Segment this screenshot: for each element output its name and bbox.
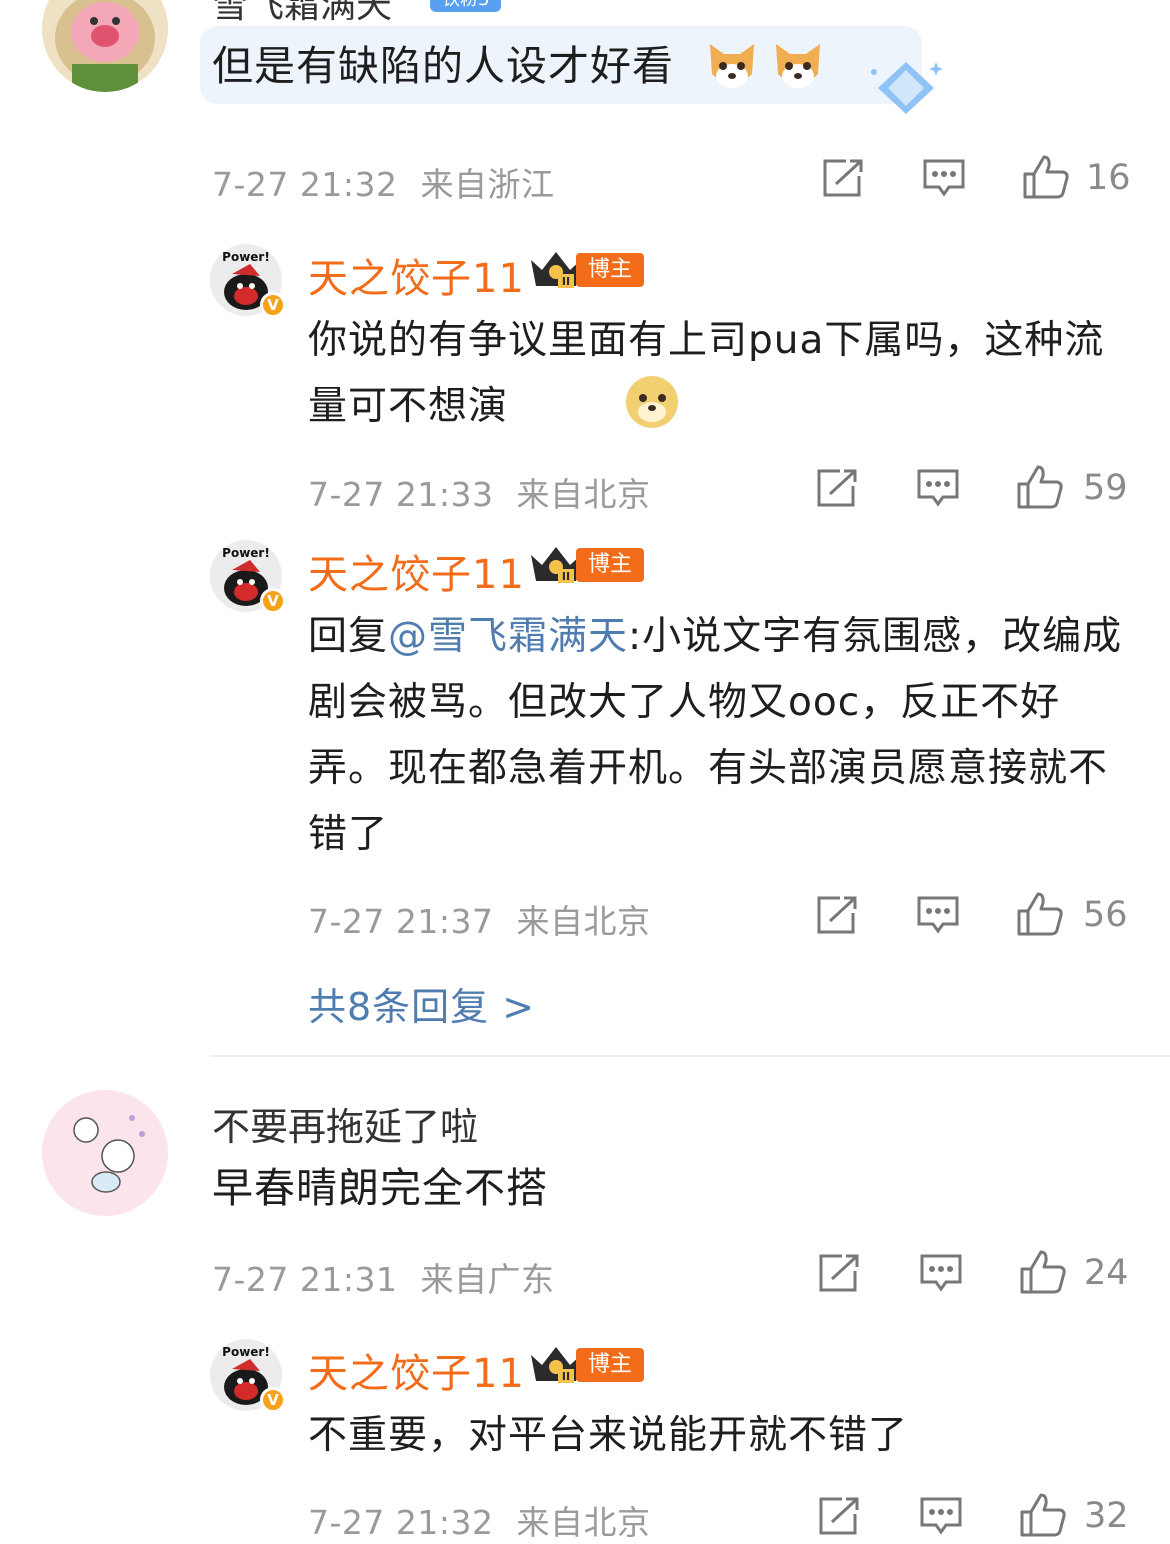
comment-text: 但是有缺陷的人设才好看 bbox=[212, 34, 674, 98]
reply-location: 来自北京 bbox=[516, 475, 651, 514]
svg-text:II: II bbox=[562, 275, 570, 288]
comment-meta: 7-27 21:32 来自浙江 bbox=[212, 158, 555, 206]
comment-time: 7-27 21:32 bbox=[212, 165, 398, 204]
comment-username[interactable]: 雪飞霜满天 bbox=[212, 0, 392, 28]
comment-meta: 7-27 21:31 来自广东 bbox=[212, 1253, 555, 1301]
reply-text: 回复@雪飞霜满天:小说文字有氛围感，改编成剧会被骂。但改大了人物又ooc，反正不… bbox=[308, 604, 1124, 868]
thumbs-up-icon[interactable] bbox=[1022, 154, 1070, 200]
like-count: 32 bbox=[1084, 1496, 1129, 1536]
comment-location: 来自浙江 bbox=[420, 165, 555, 204]
reply-username[interactable]: 天之饺子11 bbox=[308, 542, 525, 600]
avatar[interactable] bbox=[42, 0, 168, 92]
verified-v-icon: V bbox=[260, 588, 286, 614]
reply-text: 不重要，对平台来说能开就不错了 bbox=[308, 1413, 909, 1458]
reply-time: 7-27 21:33 bbox=[308, 475, 494, 514]
comment-icon[interactable] bbox=[916, 468, 960, 508]
diamond-decoration-icon bbox=[868, 58, 944, 122]
comment-icon[interactable] bbox=[919, 1496, 963, 1536]
comment-text-content: 但是有缺陷的人设才好看 bbox=[212, 42, 674, 90]
like-count: 24 bbox=[1084, 1253, 1129, 1293]
like-count: 59 bbox=[1083, 468, 1128, 508]
blogger-badge: 博主 bbox=[576, 253, 645, 287]
comment-time: 7-27 21:31 bbox=[212, 1260, 398, 1299]
thumbs-up-icon[interactable] bbox=[1019, 1492, 1067, 1538]
reply-meta: 7-27 21:32 来自北京 bbox=[308, 1496, 651, 1544]
verified-v-icon: V bbox=[260, 1387, 286, 1413]
svg-text:Power!: Power! bbox=[222, 250, 270, 264]
reply-text-content: 你说的有争议里面有上司pua下属吗，这种流量可不想演 bbox=[308, 318, 1105, 429]
svg-text:Power!: Power! bbox=[222, 546, 270, 560]
comment-icon[interactable] bbox=[916, 895, 960, 935]
share-icon[interactable] bbox=[816, 895, 858, 935]
reply-prefix: 回复 bbox=[308, 614, 389, 659]
blogger-badge: 博主 bbox=[576, 1348, 645, 1382]
reply-location: 来自北京 bbox=[516, 1503, 651, 1542]
avatar[interactable] bbox=[42, 1090, 168, 1216]
dog-emoji-icon bbox=[770, 38, 826, 98]
more-replies-link[interactable]: 共8条回复 > bbox=[308, 976, 535, 1031]
thumbs-up-icon[interactable] bbox=[1016, 464, 1064, 510]
reply-meta: 7-27 21:33 来自北京 bbox=[308, 468, 651, 516]
comment-username[interactable]: 不要再拖延了啦 bbox=[212, 1096, 478, 1151]
doge-emoji-icon bbox=[624, 374, 680, 434]
svg-text:Power!: Power! bbox=[222, 1345, 270, 1359]
share-icon[interactable] bbox=[822, 158, 864, 198]
reply-location: 来自北京 bbox=[516, 902, 651, 941]
comment-icon[interactable] bbox=[922, 158, 966, 198]
svg-text:II: II bbox=[562, 1370, 570, 1383]
like-count: 16 bbox=[1086, 158, 1131, 198]
reply-time: 7-27 21:32 bbox=[308, 1503, 494, 1542]
reply-time: 7-27 21:37 bbox=[308, 902, 494, 941]
share-icon[interactable] bbox=[816, 468, 858, 508]
share-icon[interactable] bbox=[818, 1253, 860, 1293]
blogger-badge: 博主 bbox=[576, 548, 645, 582]
thumbs-up-icon[interactable] bbox=[1019, 1249, 1067, 1295]
reply-meta: 7-27 21:37 来自北京 bbox=[308, 895, 651, 943]
fan-badge: 铁粉3 bbox=[430, 0, 502, 12]
like-count: 56 bbox=[1083, 895, 1128, 935]
avatar-image bbox=[42, 1090, 168, 1216]
comment-divider bbox=[210, 1055, 1170, 1057]
verified-v-icon: V bbox=[260, 292, 286, 318]
comment-text: 早春晴朗完全不搭 bbox=[212, 1164, 548, 1212]
share-icon[interactable] bbox=[818, 1496, 860, 1536]
mention-link[interactable]: @雪飞霜满天 bbox=[388, 614, 628, 659]
reply-username[interactable]: 天之饺子11 bbox=[308, 246, 525, 304]
svg-text:II: II bbox=[562, 570, 570, 583]
reply-text: 你说的有争议里面有上司pua下属吗，这种流量可不想演 bbox=[308, 308, 1120, 440]
reply-username[interactable]: 天之饺子11 bbox=[308, 1341, 525, 1399]
dog-emoji-icon bbox=[704, 38, 760, 98]
avatar-image bbox=[42, 0, 168, 92]
thumbs-up-icon[interactable] bbox=[1016, 891, 1064, 937]
comment-icon[interactable] bbox=[919, 1253, 963, 1293]
comment-location: 来自广东 bbox=[420, 1260, 555, 1299]
